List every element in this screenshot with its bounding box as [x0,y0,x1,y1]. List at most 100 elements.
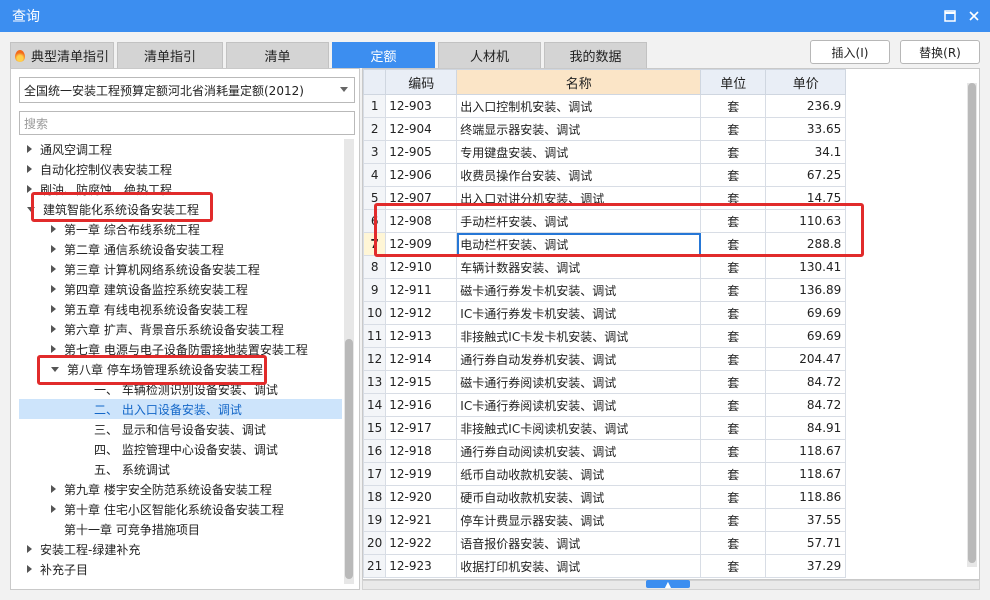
price-cell[interactable]: 136.89 [765,278,847,302]
tab-bill[interactable]: 清单 [226,42,329,68]
collapsed-triangle-icon[interactable] [27,565,32,573]
code-cell[interactable]: 12-906 [385,163,458,187]
tree-node[interactable]: 第四章 建筑设备监控系统安装工程 [19,279,342,299]
row-index-cell[interactable]: 10 [363,301,387,325]
code-cell[interactable]: 12-915 [385,370,458,394]
price-cell[interactable]: 118.67 [765,462,847,486]
collapsed-triangle-icon[interactable] [27,165,32,173]
name-cell[interactable]: IC卡通行券发卡机安装、调试 [456,301,702,325]
unit-cell[interactable]: 套 [700,462,767,486]
tree-scrollbar-thumb[interactable] [345,339,353,579]
table-row[interactable]: 16 12-918 通行券自动阅读机安装、调试套 118.67 [363,439,847,463]
code-cell[interactable]: 12-910 [385,255,458,279]
code-cell[interactable]: 12-908 [385,209,458,233]
name-cell[interactable]: 磁卡通行券阅读机安装、调试 [456,370,702,394]
row-index-cell[interactable]: 19 [363,508,387,532]
price-cell[interactable]: 33.65 [765,117,847,141]
price-cell[interactable]: 37.29 [765,554,847,578]
collapsed-triangle-icon[interactable] [51,485,56,493]
table-row[interactable]: 8 12-910 车辆计数器安装、调试套 130.41 [363,255,847,279]
code-cell[interactable]: 12-911 [385,278,458,302]
tree-node[interactable]: 第九章 楼宇安全防范系统设备安装工程 [19,479,342,499]
collapsed-triangle-icon[interactable] [51,325,56,333]
unit-cell[interactable]: 套 [700,117,767,141]
name-cell[interactable]: 磁卡通行券发卡机安装、调试 [456,278,702,302]
tree-node[interactable]: 二、 出入口设备安装、调试 [19,399,342,419]
name-cell[interactable]: IC卡通行券阅读机安装、调试 [456,393,702,417]
tree-node[interactable]: 通风空调工程 [19,139,342,159]
row-index-cell[interactable]: 13 [363,370,387,394]
tab-typical-bill-guide[interactable]: 典型清单指引 [10,42,114,68]
name-cell[interactable]: 非接触式IC卡阅读机安装、调试 [456,416,702,440]
price-cell[interactable]: 14.75 [765,186,847,210]
price-cell[interactable]: 57.71 [765,531,847,555]
tab-labor-material-machine[interactable]: 人材机 [438,42,541,68]
unit-cell[interactable]: 套 [700,163,767,187]
row-index-cell[interactable]: 1 [363,94,387,118]
row-index-cell[interactable]: 17 [363,462,387,486]
name-cell[interactable]: 电动栏杆安装、调试 [456,232,702,256]
name-cell[interactable]: 车辆计数器安装、调试 [456,255,702,279]
tab-my-data[interactable]: 我的数据 [544,42,647,68]
table-row[interactable]: 15 12-917 非接触式IC卡阅读机安装、调试套 84.91 [363,416,847,440]
table-row[interactable]: 13 12-915 磁卡通行券阅读机安装、调试套 84.72 [363,370,847,394]
name-cell[interactable]: 纸币自动收款机安装、调试 [456,462,702,486]
collapsed-triangle-icon[interactable] [51,285,56,293]
code-cell[interactable]: 12-903 [385,94,458,118]
name-cell[interactable]: 专用键盘安装、调试 [456,140,702,164]
table-row[interactable]: 10 12-912 IC卡通行券发卡机安装、调试套 69.69 [363,301,847,325]
collapsed-triangle-icon[interactable] [51,245,56,253]
collapsed-triangle-icon[interactable] [27,545,32,553]
tree-node[interactable]: 自动化控制仪表安装工程 [19,159,342,179]
collapsed-triangle-icon[interactable] [51,265,56,273]
price-cell[interactable]: 34.1 [765,140,847,164]
row-index-cell[interactable]: 5 [363,186,387,210]
unit-cell[interactable]: 套 [700,186,767,210]
name-cell[interactable]: 手动栏杆安装、调试 [456,209,702,233]
replace-button[interactable]: 替换(R) [900,40,980,64]
name-cell[interactable]: 出入口控制机安装、调试 [456,94,702,118]
unit-cell[interactable]: 套 [700,347,767,371]
unit-cell[interactable]: 套 [700,255,767,279]
row-index-cell[interactable]: 11 [363,324,387,348]
tree-node[interactable]: 第六章 扩声、背景音乐系统设备安装工程 [19,319,342,339]
price-cell[interactable]: 84.91 [765,416,847,440]
table-row[interactable]: 1 12-903 出入口控制机安装、调试套 236.9 [363,94,847,118]
code-cell[interactable]: 12-918 [385,439,458,463]
unit-cell[interactable]: 套 [700,393,767,417]
name-cell[interactable]: 硬币自动收款机安装、调试 [456,485,702,509]
name-cell[interactable]: 收费员操作台安装、调试 [456,163,702,187]
row-index-cell[interactable]: 7 [363,232,387,256]
price-cell[interactable]: 110.63 [765,209,847,233]
column-header-unit[interactable]: 单位 [700,69,767,95]
code-cell[interactable]: 12-923 [385,554,458,578]
table-row[interactable]: 9 12-911 磁卡通行券发卡机安装、调试套 136.89 [363,278,847,302]
code-cell[interactable]: 12-917 [385,416,458,440]
code-cell[interactable]: 12-922 [385,531,458,555]
name-cell[interactable]: 出入口对讲分机安装、调试 [456,186,702,210]
table-scrollbar[interactable] [967,83,977,567]
code-cell[interactable]: 12-907 [385,186,458,210]
column-header-price[interactable]: 单价 [765,69,847,95]
code-cell[interactable]: 12-904 [385,117,458,141]
row-index-cell[interactable]: 15 [363,416,387,440]
code-cell[interactable]: 12-921 [385,508,458,532]
code-cell[interactable]: 12-920 [385,485,458,509]
tab-bill-guide[interactable]: 清单指引 [117,42,223,68]
table-row[interactable]: 6 12-908 手动栏杆安装、调试套 110.63 [363,209,847,233]
table-scrollbar-thumb[interactable] [968,83,976,563]
tree-node[interactable]: 第十章 住宅小区智能化系统设备安装工程 [19,499,342,519]
unit-cell[interactable]: 套 [700,485,767,509]
unit-cell[interactable]: 套 [700,439,767,463]
name-cell[interactable]: 终端显示器安装、调试 [456,117,702,141]
price-cell[interactable]: 130.41 [765,255,847,279]
row-index-cell[interactable]: 8 [363,255,387,279]
table-row[interactable]: 12 12-914 通行券自动发券机安装、调试套 204.47 [363,347,847,371]
unit-cell[interactable]: 套 [700,301,767,325]
row-index-cell[interactable]: 6 [363,209,387,233]
insert-button[interactable]: 插入(I) [810,40,890,64]
tree-node[interactable]: 第二章 通信系统设备安装工程 [19,239,342,259]
expanded-triangle-icon[interactable] [51,366,59,372]
tree-node[interactable]: 第三章 计算机网络系统设备安装工程 [19,259,342,279]
row-index-cell[interactable]: 14 [363,393,387,417]
